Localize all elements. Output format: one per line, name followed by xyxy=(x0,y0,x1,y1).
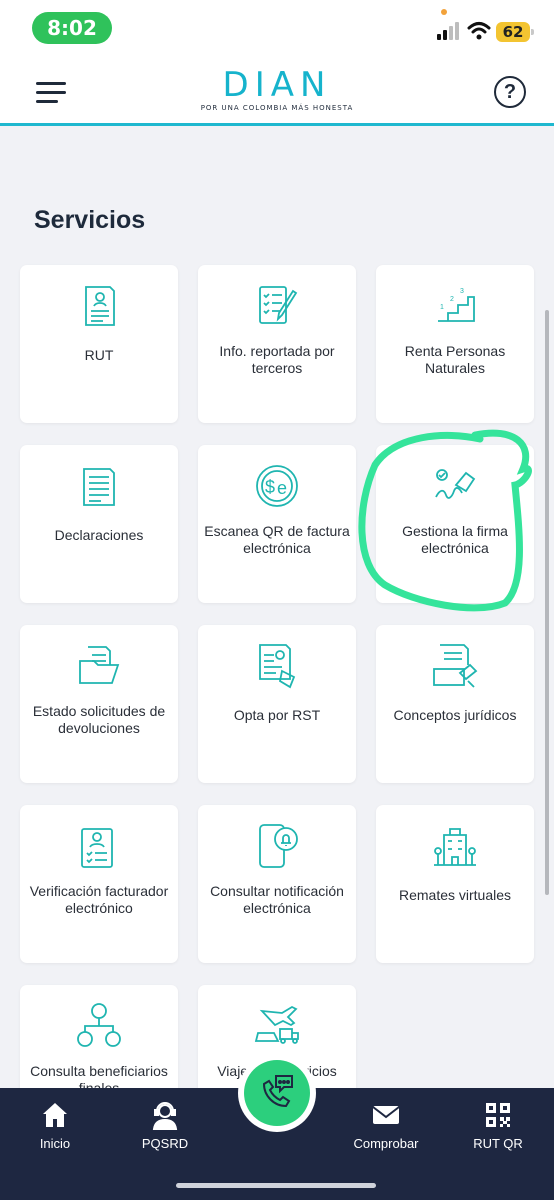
service-card-remates[interactable]: Remates virtuales xyxy=(376,805,534,963)
service-card-devoluciones[interactable]: Estado solicitudes de devoluciones xyxy=(20,625,178,783)
nav-label: Comprobar xyxy=(353,1136,419,1151)
privacy-indicator-dot xyxy=(441,9,447,15)
service-card-info-terceros[interactable]: Info. reportada por terceros xyxy=(198,265,356,423)
app-header: DIAN POR UNA COLOMBIA MÁS HONESTA ? xyxy=(0,58,554,126)
logo-wordmark: DIAN xyxy=(222,65,332,105)
service-label: Consultar notificación electrónica xyxy=(210,883,344,916)
dollar-e-coin-icon: $ e xyxy=(256,465,298,507)
svg-text:$: $ xyxy=(265,477,275,497)
nav-label: Inicio xyxy=(39,1136,71,1151)
svg-text:e: e xyxy=(277,478,287,498)
dian-logo: DIAN POR UNA COLOMBIA MÁS HONESTA xyxy=(200,66,354,116)
service-label: RUT xyxy=(84,347,114,363)
logo-tagline: POR UNA COLOMBIA MÁS HONESTA xyxy=(200,104,354,112)
menu-line-icon xyxy=(36,100,58,103)
service-label: Gestiona la firma electrónica xyxy=(402,523,508,556)
signature-hand-icon xyxy=(435,469,476,499)
help-button[interactable]: ? xyxy=(494,76,526,108)
service-card-firma-electronica[interactable]: Gestiona la firma electrónica xyxy=(376,445,534,603)
nav-item-pqsrd[interactable]: PQSRD xyxy=(120,1100,210,1160)
status-bar: 8:02 62 xyxy=(0,0,554,58)
checklist-pen-icon xyxy=(259,286,298,324)
fab-inner xyxy=(244,1060,310,1126)
menu-line-icon xyxy=(36,82,66,85)
building-icon xyxy=(434,828,476,866)
service-card-declaraciones[interactable]: Declaraciones xyxy=(20,445,178,603)
service-card-verificacion[interactable]: Verificación facturador electrónico xyxy=(20,805,178,963)
wifi-icon xyxy=(467,22,491,40)
service-label: Escanea QR de factura electrónica xyxy=(204,523,350,556)
service-label: Opta por RST xyxy=(233,707,321,723)
section-title: Servicios xyxy=(34,206,146,234)
nav-item-comprobar[interactable]: Comprobar xyxy=(341,1100,431,1160)
cellular-signal-icon xyxy=(437,22,459,40)
service-label: Remates virtuales xyxy=(398,887,512,903)
agent-headset-icon xyxy=(152,1102,178,1130)
service-label: Estado solicitudes de devoluciones xyxy=(32,703,166,736)
document-hand-icon xyxy=(259,644,296,689)
qr-code-icon xyxy=(486,1103,510,1127)
service-card-rst[interactable]: Opta por RST xyxy=(198,625,356,783)
menu-line-icon xyxy=(36,91,66,94)
service-card-rut[interactable]: RUT xyxy=(20,265,178,423)
svg-text:1: 1 xyxy=(440,304,444,311)
svg-text:3: 3 xyxy=(460,288,464,295)
service-card-conceptos[interactable]: Conceptos jurídicos xyxy=(376,625,534,783)
service-card-escanea-qr[interactable]: $ e Escanea QR de factura electrónica xyxy=(198,445,356,603)
home-icon xyxy=(43,1103,67,1127)
nav-item-rut-qr[interactable]: RUT QR xyxy=(453,1100,543,1160)
scrollbar[interactable] xyxy=(545,310,549,895)
document-lines-icon xyxy=(83,468,115,506)
user-checklist-icon xyxy=(81,828,113,868)
service-label: Declaraciones xyxy=(54,527,144,543)
phone-chat-icon xyxy=(262,1075,293,1108)
service-label: Renta Personas Naturales xyxy=(404,343,506,376)
nav-label: RUT QR xyxy=(473,1136,523,1151)
service-card-notificacion[interactable]: Consultar notificación electrónica xyxy=(198,805,356,963)
home-indicator[interactable] xyxy=(176,1183,376,1188)
service-label: Conceptos jurídicos xyxy=(393,707,517,723)
service-card-renta[interactable]: 1 23 Renta Personas Naturales xyxy=(376,265,534,423)
gavel-document-icon xyxy=(433,644,478,688)
envelope-icon xyxy=(372,1106,400,1124)
status-time: 8:02 xyxy=(32,12,112,44)
phone-bell-icon xyxy=(259,824,298,868)
nav-label: PQSRD xyxy=(141,1136,189,1151)
document-user-icon xyxy=(85,286,115,326)
hamburger-menu-button[interactable] xyxy=(36,82,66,104)
battery-indicator: 62 xyxy=(496,22,534,42)
plane-truck-ship-icon xyxy=(254,1005,299,1044)
nav-item-inicio[interactable]: Inicio xyxy=(10,1100,100,1160)
service-label: Verificación facturador electrónico xyxy=(29,883,169,916)
contact-fab-button[interactable] xyxy=(238,1054,316,1132)
folder-icon xyxy=(79,646,120,684)
users-hierarchy-icon xyxy=(77,1003,121,1047)
service-label: Info. reportada por terceros xyxy=(219,343,335,376)
svg-text:2: 2 xyxy=(450,296,454,303)
stairs-numbers-icon: 1 23 xyxy=(438,288,475,322)
